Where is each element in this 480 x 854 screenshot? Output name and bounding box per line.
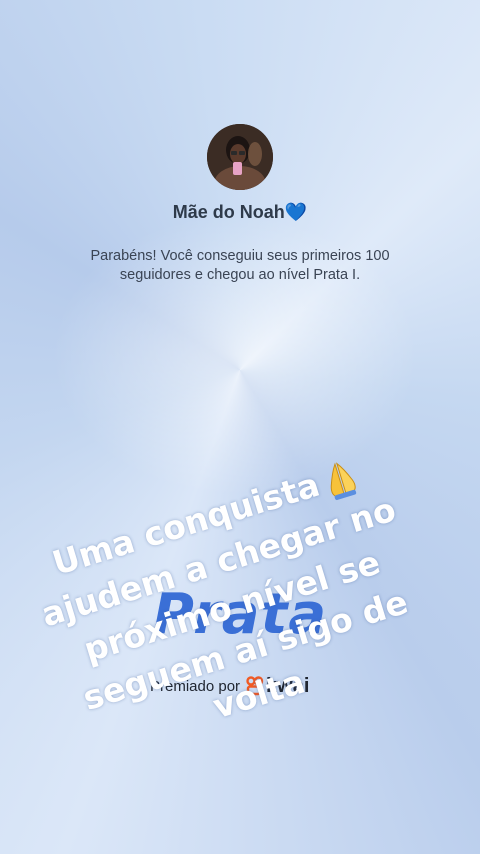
avatar-photo — [207, 124, 273, 190]
profile-username: Mãe do Noah💙 — [172, 202, 308, 222]
achievement-message: Parabéns! Você conseguiu seus primeiros … — [90, 248, 390, 283]
avatar[interactable] — [207, 124, 273, 190]
